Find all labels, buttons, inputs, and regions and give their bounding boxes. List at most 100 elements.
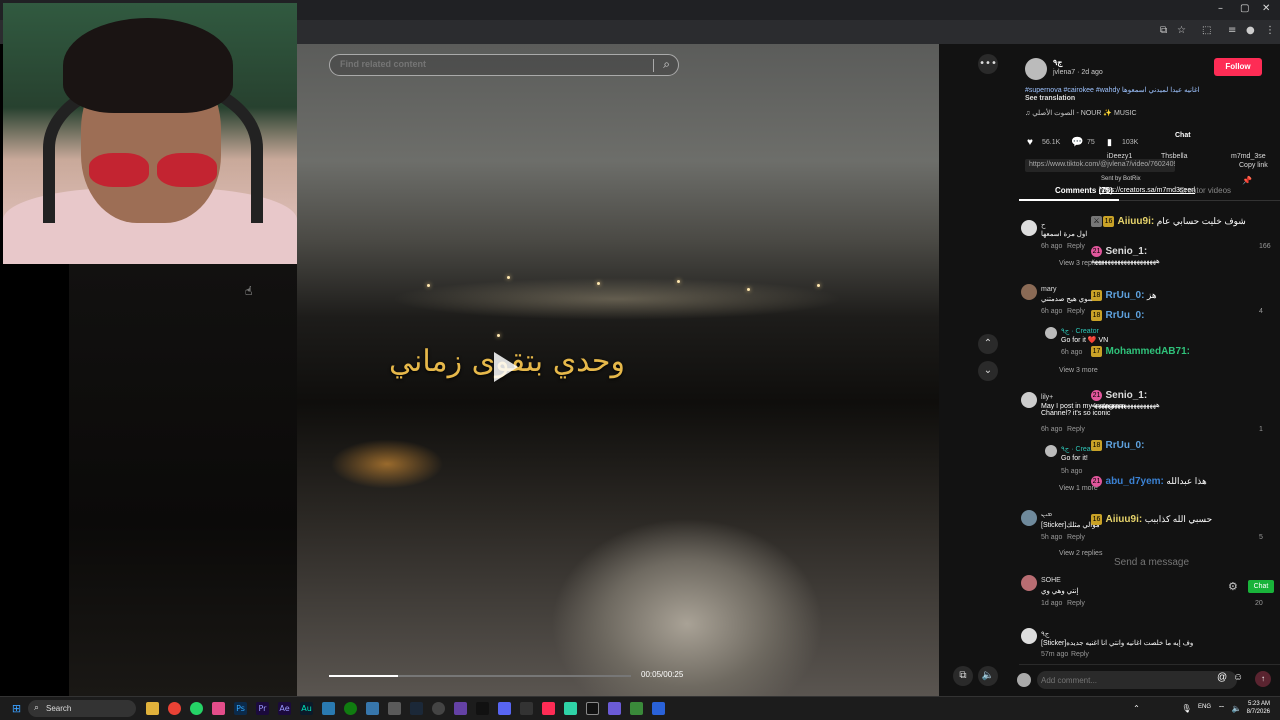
- app-icon[interactable]: [388, 702, 401, 715]
- clock[interactable]: 5:23 AM 8/7/2026: [1247, 700, 1270, 716]
- reply-button[interactable]: Reply: [1067, 600, 1085, 607]
- top-user-3[interactable]: m7md_3se: [1231, 153, 1266, 160]
- music-label[interactable]: ♫ الصوت الأصلي - NOUR ✨ MUSIC: [1025, 109, 1137, 117]
- chat-username[interactable]: RrUu_0:: [1106, 310, 1145, 321]
- chat-username[interactable]: RrUu_0:: [1106, 440, 1145, 451]
- network-icon[interactable]: ⌔: [1215, 702, 1228, 715]
- chat-username[interactable]: Aiiuu9i:: [1106, 514, 1143, 525]
- author-display-name[interactable]: ج٩: [1053, 58, 1062, 67]
- comment-avatar[interactable]: [1021, 510, 1037, 526]
- windows-start-icon[interactable]: ⊞: [10, 702, 23, 715]
- tiktok-icon[interactable]: [542, 702, 555, 715]
- reply-button[interactable]: Reply: [1071, 651, 1089, 658]
- bookmark-star-icon[interactable]: ☆: [1177, 25, 1186, 36]
- comment-avatar[interactable]: [1021, 284, 1037, 300]
- top-user-1[interactable]: iDeezy1: [1107, 153, 1132, 160]
- minimize-icon[interactable]: –: [1218, 3, 1223, 14]
- premiere-icon[interactable]: Pr: [256, 702, 269, 715]
- whatsapp-icon[interactable]: [190, 702, 203, 715]
- speaker-icon[interactable]: 🔈: [1230, 702, 1243, 715]
- reply-button[interactable]: Reply: [1067, 243, 1085, 250]
- comment-avatar[interactable]: [1021, 628, 1037, 644]
- xbox-icon[interactable]: [344, 702, 357, 715]
- app-icon[interactable]: [520, 702, 533, 715]
- app-icon[interactable]: [432, 702, 445, 715]
- heart-icon[interactable]: ♥: [1027, 137, 1033, 148]
- comment-username[interactable]: mary: [1041, 286, 1057, 293]
- reply-button[interactable]: Reply: [1067, 308, 1085, 315]
- comment-username[interactable]: lily+: [1041, 394, 1053, 401]
- author-avatar[interactable]: [1025, 58, 1047, 80]
- follow-button[interactable]: Follow: [1214, 58, 1262, 76]
- see-translation-link[interactable]: See translation: [1025, 95, 1075, 102]
- comment-avatar[interactable]: [1021, 575, 1037, 591]
- audition-icon[interactable]: Au: [300, 702, 313, 715]
- media-icon[interactable]: ≡: [1228, 25, 1236, 36]
- menu-kebab-icon[interactable]: ⋮: [1265, 25, 1275, 36]
- pinned-link[interactable]: https://creators.sa/m7md3seerl: [1099, 187, 1195, 194]
- send-comment-icon[interactable]: ↑: [1255, 671, 1271, 687]
- author-handle[interactable]: jvlena7 · 2d ago: [1053, 69, 1103, 76]
- maximize-icon[interactable]: ▢: [1240, 3, 1249, 14]
- file-explorer-icon[interactable]: [146, 702, 159, 715]
- comment-username[interactable]: ج٩: [1041, 630, 1049, 638]
- extensions-icon[interactable]: ⬚: [1202, 25, 1211, 36]
- add-comment-input[interactable]: [1037, 671, 1237, 689]
- comment-avatar[interactable]: [1021, 220, 1037, 236]
- app-icon[interactable]: [652, 702, 665, 715]
- pin-icon[interactable]: 📌: [1242, 176, 1252, 185]
- discord-icon[interactable]: [498, 702, 511, 715]
- chat-username[interactable]: Aiiuu9i:: [1118, 216, 1155, 227]
- mic-icon[interactable]: 🎙: [1180, 702, 1193, 715]
- search-icon[interactable]: ⌕: [663, 57, 670, 72]
- chat-message-input[interactable]: [1098, 554, 1274, 570]
- app-icon[interactable]: [586, 702, 599, 715]
- comment-likes[interactable]: 20: [1255, 600, 1263, 607]
- install-icon[interactable]: ⧉: [1160, 25, 1167, 36]
- reply-avatar[interactable]: [1045, 327, 1057, 339]
- reply-avatar[interactable]: [1045, 445, 1057, 457]
- comment-username[interactable]: ح: [1041, 221, 1046, 229]
- chrome-icon[interactable]: [168, 702, 181, 715]
- app-icon[interactable]: [212, 702, 225, 715]
- steam-icon[interactable]: [410, 702, 423, 715]
- play-icon[interactable]: [494, 352, 518, 382]
- app-icon[interactable]: [564, 702, 577, 715]
- related-search-input[interactable]: [338, 58, 648, 70]
- mention-icon[interactable]: @: [1217, 672, 1227, 683]
- language-indicator[interactable]: ENG: [1198, 704, 1211, 710]
- app-icon[interactable]: [630, 702, 643, 715]
- more-options-icon[interactable]: •••: [978, 54, 998, 74]
- video-progress-bar[interactable]: [329, 675, 631, 677]
- related-search-box[interactable]: ⌕: [329, 54, 679, 76]
- chat-username[interactable]: Senio_1:: [1106, 390, 1148, 401]
- top-user-2[interactable]: Thsbella: [1161, 153, 1187, 160]
- volume-icon[interactable]: 🔈: [978, 666, 998, 686]
- app-icon[interactable]: [476, 702, 489, 715]
- emoji-icon[interactable]: ☺: [1233, 672, 1243, 683]
- after-effects-icon[interactable]: Ae: [278, 702, 291, 715]
- chat-username[interactable]: abu_d7yem:: [1106, 476, 1164, 487]
- chat-username[interactable]: RrUu_0:: [1106, 290, 1145, 301]
- pip-icon[interactable]: ⧉: [953, 666, 973, 686]
- chat-username[interactable]: Senio_1:: [1106, 246, 1148, 257]
- chat-username[interactable]: MohammedAB71:: [1106, 346, 1190, 357]
- video-player[interactable]: وحدي بتقوى زماني ⌕ 00:05/00:25: [297, 44, 939, 696]
- taskbar-search[interactable]: ⌕ Search: [28, 700, 136, 717]
- reply-button[interactable]: Reply: [1067, 426, 1085, 433]
- chevron-down-icon[interactable]: ⌄: [978, 361, 998, 381]
- chat-send-button[interactable]: Chat: [1248, 580, 1274, 593]
- close-window-icon[interactable]: ✕: [1262, 3, 1270, 14]
- chevron-up-icon[interactable]: ⌃: [978, 334, 998, 354]
- profile-icon[interactable]: ●: [1246, 25, 1255, 36]
- chat-settings-icon[interactable]: ⚙: [1228, 580, 1238, 593]
- app-icon[interactable]: [608, 702, 621, 715]
- reply-button[interactable]: Reply: [1067, 534, 1085, 541]
- twitch-icon[interactable]: [454, 702, 467, 715]
- comment-icon[interactable]: 💬: [1071, 137, 1083, 148]
- app-icon[interactable]: [322, 702, 335, 715]
- comment-username[interactable]: ܡܝܢ: [1041, 511, 1052, 519]
- app-icon[interactable]: [366, 702, 379, 715]
- comment-username[interactable]: SOHE: [1041, 577, 1061, 584]
- comment-avatar[interactable]: [1021, 392, 1037, 408]
